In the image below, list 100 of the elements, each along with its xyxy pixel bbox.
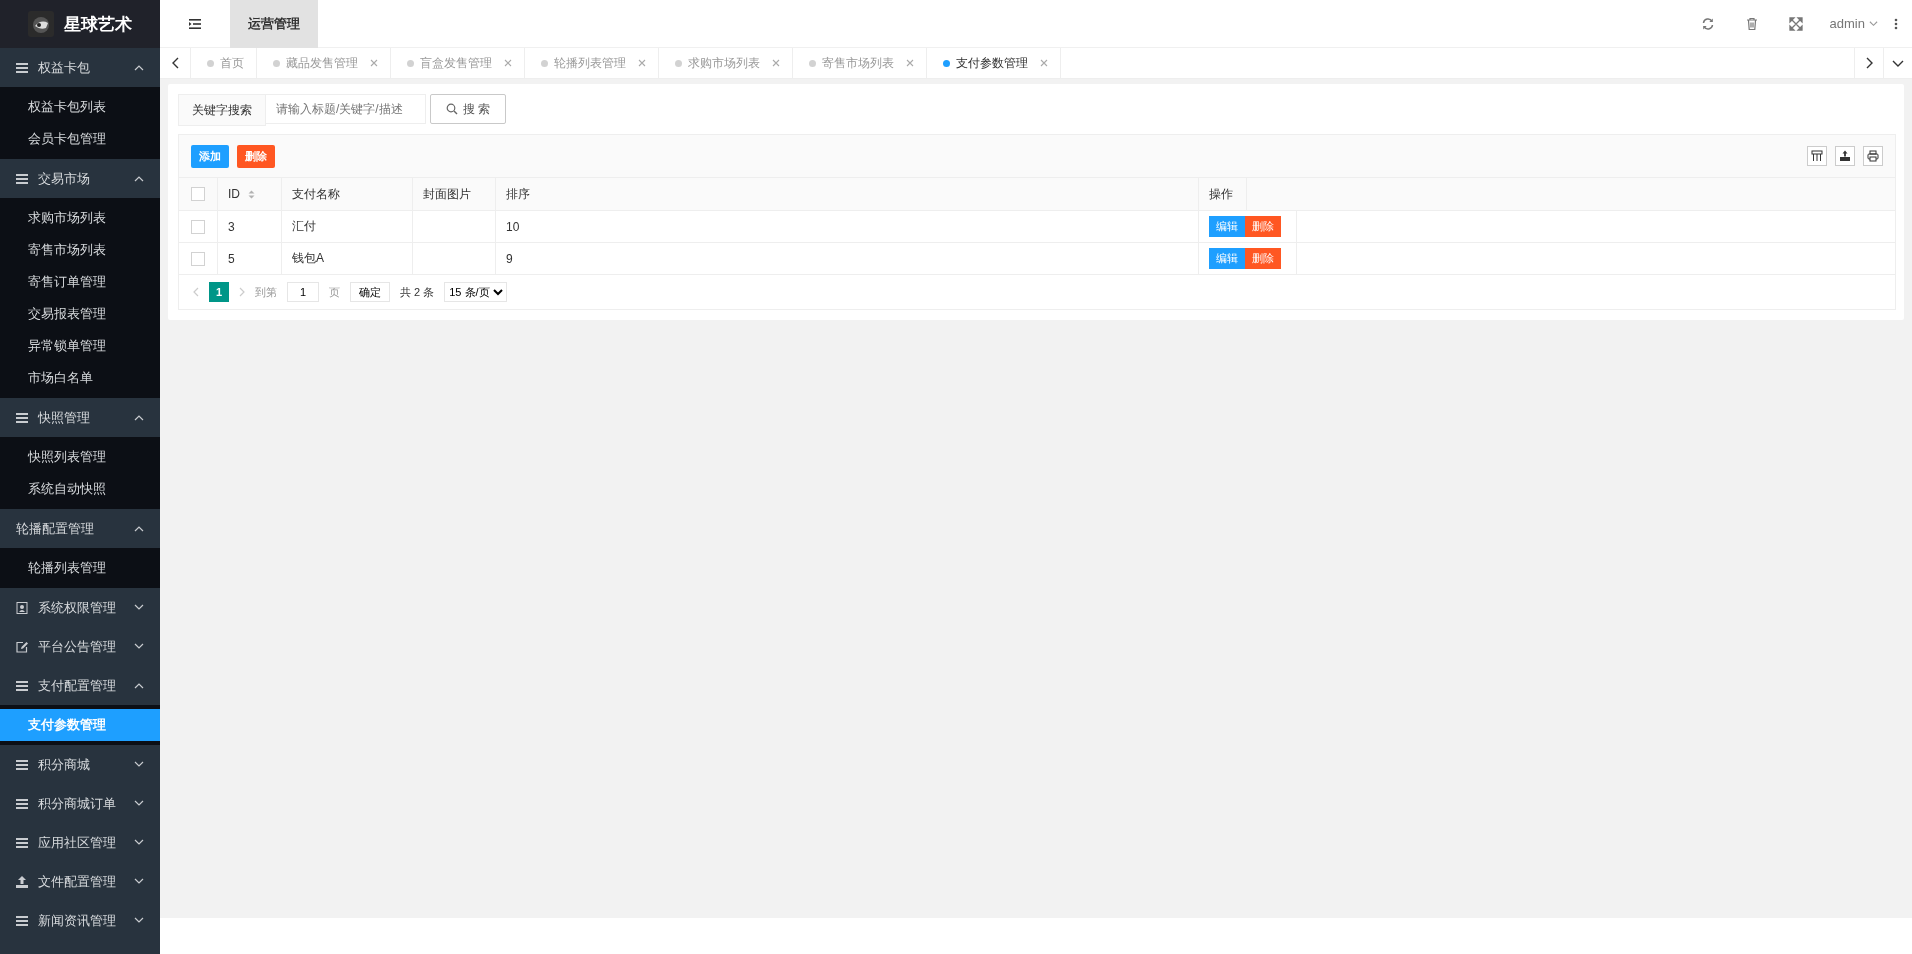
contact-icon bbox=[16, 601, 28, 614]
chevron-up-icon bbox=[134, 525, 144, 532]
sidebar-item[interactable]: 系统自动快照 bbox=[0, 473, 160, 505]
confirm-button[interactable]: 确定 bbox=[350, 282, 390, 302]
next-page-icon[interactable] bbox=[239, 287, 245, 297]
chevron-down-icon bbox=[134, 604, 144, 611]
close-icon[interactable] bbox=[638, 59, 646, 67]
sidebar-item[interactable]: 寄售市场列表 bbox=[0, 234, 160, 266]
sidebar-item[interactable]: 求购市场列表 bbox=[0, 202, 160, 234]
chevron-left-icon bbox=[171, 57, 179, 69]
total-count: 共 2 条 bbox=[400, 284, 435, 300]
column-header: 排序 bbox=[496, 178, 1199, 210]
chevron-up-icon bbox=[134, 175, 144, 182]
page-input[interactable]: 1 bbox=[287, 282, 319, 302]
trash-icon[interactable] bbox=[1744, 16, 1759, 31]
close-icon[interactable] bbox=[504, 59, 512, 67]
select-all-checkbox[interactable] bbox=[191, 187, 205, 201]
tab-dot bbox=[809, 59, 816, 67]
list-icon bbox=[16, 679, 28, 692]
search-button[interactable]: 搜 索 bbox=[430, 94, 506, 124]
sidebar-item[interactable]: 市场白名单 bbox=[0, 362, 160, 394]
columns-icon bbox=[1811, 150, 1823, 162]
list-icon bbox=[16, 411, 28, 424]
list-icon bbox=[16, 758, 28, 771]
close-icon[interactable] bbox=[906, 59, 914, 67]
top-menu-tab[interactable]: 运营管理 bbox=[230, 0, 318, 48]
user-menu[interactable]: admin bbox=[1829, 16, 1878, 31]
upload-icon bbox=[16, 875, 28, 888]
chevron-down-icon bbox=[134, 761, 144, 768]
list-icon bbox=[16, 61, 28, 74]
tab-dot bbox=[675, 59, 682, 67]
page-tab[interactable]: 支付参数管理 bbox=[927, 48, 1061, 78]
chevron-up-icon bbox=[134, 682, 144, 689]
column-header: 操作 bbox=[1199, 178, 1247, 210]
sidebar-group[interactable]: 轮播配置管理 bbox=[0, 509, 160, 548]
sidebar-item[interactable]: 会员卡包管理 bbox=[0, 123, 160, 155]
print-button[interactable] bbox=[1863, 146, 1883, 166]
search-label: 关键字搜索 bbox=[178, 94, 266, 126]
chevron-up-icon bbox=[134, 414, 144, 421]
list-icon bbox=[16, 914, 28, 927]
sort-icon bbox=[248, 189, 255, 199]
sidebar-item[interactable]: 异常锁单管理 bbox=[0, 330, 160, 362]
table-cell: 9 bbox=[496, 243, 1199, 274]
fullscreen-icon[interactable] bbox=[1788, 16, 1803, 31]
chevron-down-icon bbox=[1869, 20, 1878, 27]
row-checkbox[interactable] bbox=[191, 251, 205, 266]
print-icon bbox=[1867, 150, 1879, 162]
tab-dot bbox=[207, 59, 214, 67]
chevron-down-icon bbox=[1892, 59, 1904, 67]
column-header: 支付名称 bbox=[282, 178, 413, 210]
sidebar-group[interactable]: 应用社区管理 bbox=[0, 823, 160, 862]
sidebar-group[interactable]: 积分商城订单 bbox=[0, 784, 160, 823]
edit-icon bbox=[16, 640, 28, 653]
tab-dot bbox=[407, 59, 414, 67]
sidebar-group[interactable]: 交易市场 bbox=[0, 159, 160, 198]
chevron-right-icon bbox=[1865, 57, 1873, 69]
row-checkbox[interactable] bbox=[191, 219, 205, 234]
chevron-down-icon bbox=[134, 839, 144, 846]
sidebar-group[interactable]: 权益卡包 bbox=[0, 48, 160, 87]
list-icon bbox=[16, 797, 28, 810]
table-cell: 汇付 bbox=[282, 211, 413, 242]
column-header: 封面图片 bbox=[413, 178, 496, 210]
sidebar-group[interactable]: 快照管理 bbox=[0, 398, 160, 437]
chevron-up-icon bbox=[134, 64, 144, 71]
search-field[interactable]: 请输入标题/关键字/描述 bbox=[266, 94, 426, 124]
brand-name: 星球艺术 bbox=[64, 13, 132, 36]
sidebar-group[interactable]: 系统权限管理 bbox=[0, 588, 160, 627]
table-cell: 钱包A bbox=[282, 243, 413, 274]
sidebar-group[interactable]: 积分商城 bbox=[0, 745, 160, 784]
sidebar-item[interactable]: 寄售订单管理 bbox=[0, 266, 160, 298]
sidebar-group[interactable]: 支付配置管理 bbox=[0, 666, 160, 705]
page-size-select[interactable]: 15 条/页 bbox=[444, 282, 508, 302]
tab-dot bbox=[273, 59, 280, 67]
prev-page-icon[interactable] bbox=[193, 287, 199, 297]
close-icon[interactable] bbox=[772, 59, 780, 67]
close-icon[interactable] bbox=[1040, 59, 1048, 67]
menu-fold-icon[interactable] bbox=[189, 18, 201, 29]
refresh-icon[interactable] bbox=[1700, 16, 1715, 31]
goto-label: 到第 bbox=[255, 284, 277, 300]
page-button[interactable]: 1 bbox=[209, 282, 229, 302]
sidebar-group[interactable]: 文件配置管理 bbox=[0, 862, 160, 901]
columns-filter-button[interactable] bbox=[1807, 146, 1827, 166]
page-unit: 页 bbox=[329, 284, 340, 300]
more-icon[interactable] bbox=[1894, 17, 1898, 30]
sidebar-item[interactable]: 权益卡包列表 bbox=[0, 91, 160, 123]
search-icon bbox=[445, 103, 458, 115]
export-button[interactable] bbox=[1835, 146, 1855, 166]
chevron-down-icon bbox=[134, 800, 144, 807]
sidebar-item[interactable]: 交易报表管理 bbox=[0, 298, 160, 330]
sidebar-group[interactable]: 平台公告管理 bbox=[0, 627, 160, 666]
list-icon bbox=[16, 836, 28, 849]
sidebar-item[interactable]: 快照列表管理 bbox=[0, 441, 160, 473]
logo-icon bbox=[28, 11, 54, 37]
tab-dot bbox=[943, 59, 950, 67]
close-icon[interactable] bbox=[370, 59, 378, 67]
table-cell: 3 bbox=[218, 211, 282, 242]
sidebar-group[interactable]: 新闻资讯管理 bbox=[0, 901, 160, 940]
column-header[interactable]: ID bbox=[218, 178, 282, 210]
table-cell: 10 bbox=[496, 211, 1199, 242]
chevron-down-icon bbox=[134, 643, 144, 650]
